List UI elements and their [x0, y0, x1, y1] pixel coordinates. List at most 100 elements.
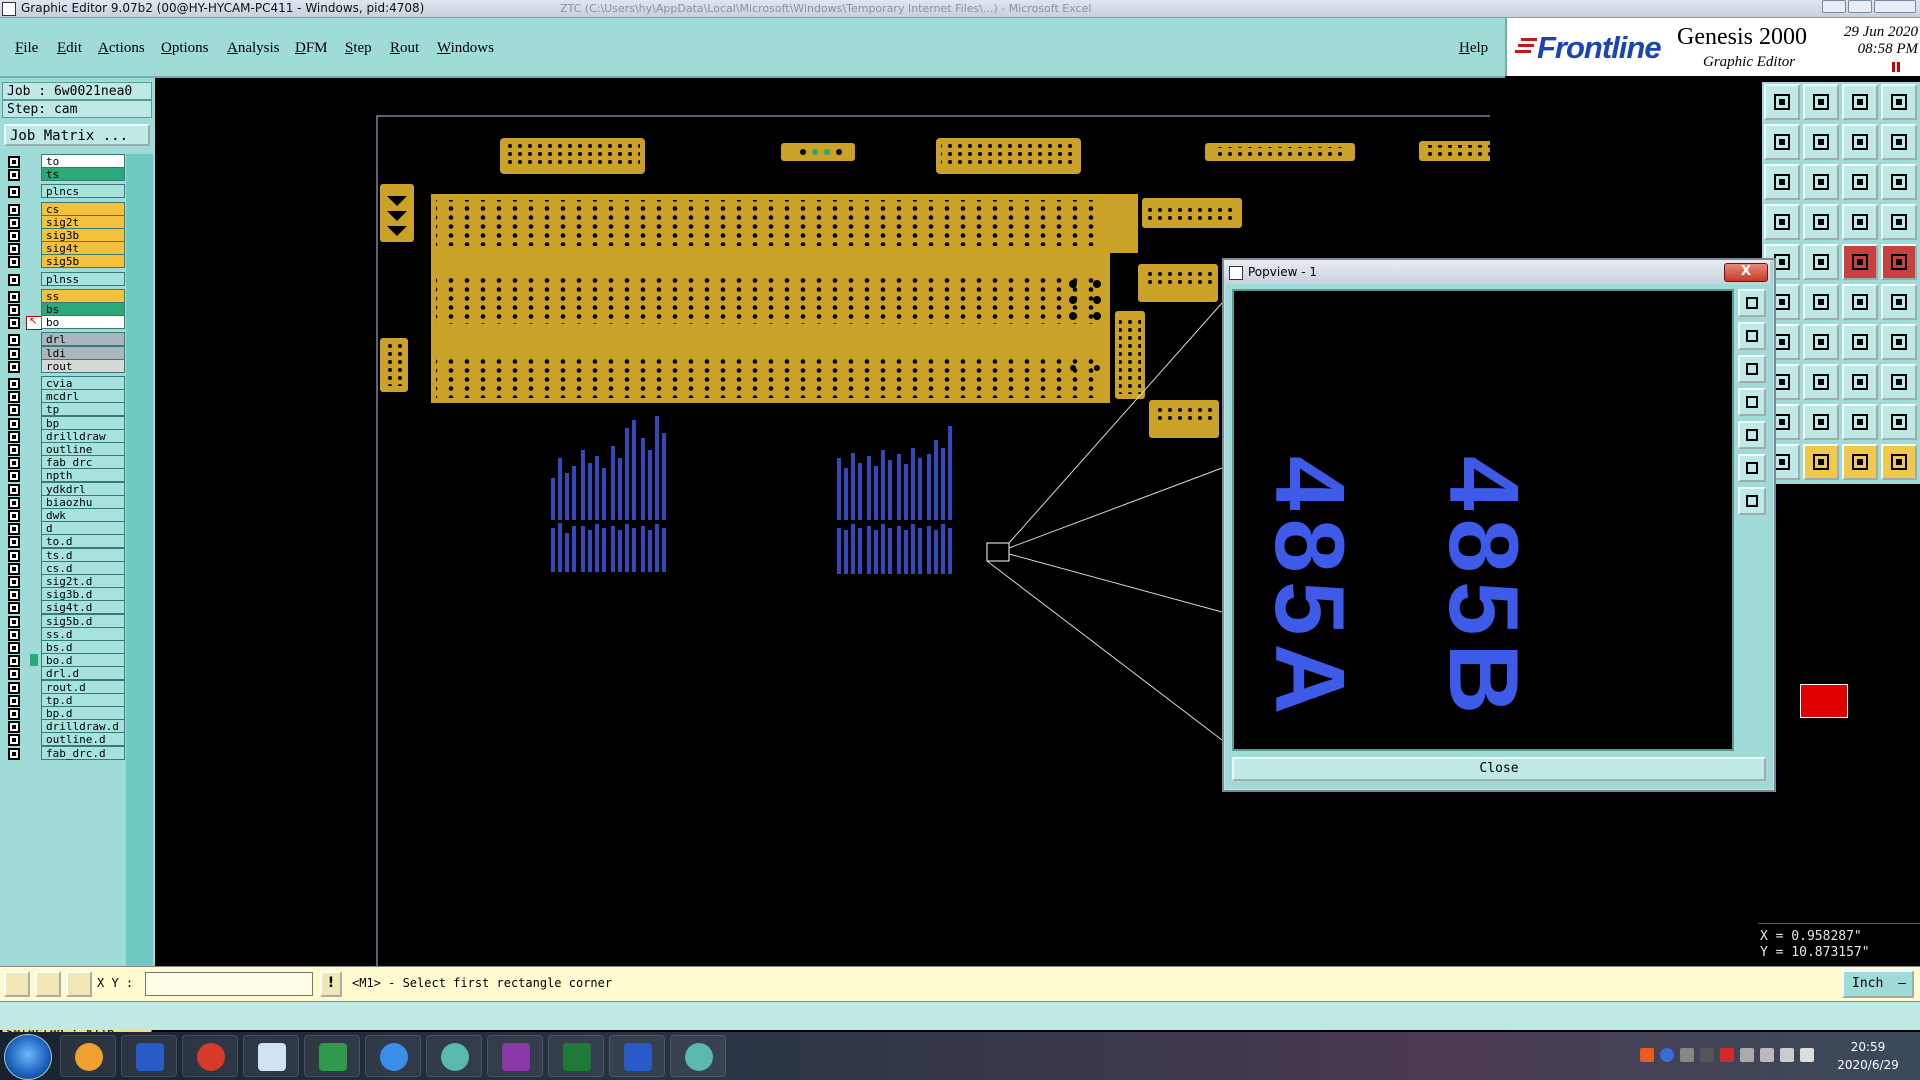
layer-row[interactable]: fab_drc — [4, 455, 125, 470]
tray-icon-chevron[interactable] — [1700, 1048, 1714, 1062]
pointer-pan-tool-button[interactable] — [1881, 444, 1917, 480]
layer-checkbox[interactable] — [8, 510, 20, 522]
layer-row[interactable]: outline — [4, 442, 125, 456]
layer-checkbox[interactable] — [8, 483, 20, 496]
center-tool-button[interactable] — [1803, 164, 1839, 200]
layer-row[interactable]: sig2t.d — [4, 574, 125, 588]
taskbar-app-green[interactable] — [304, 1035, 360, 1077]
layer-row[interactable]: sig4t.d — [4, 600, 125, 615]
color-swatch[interactable] — [1800, 684, 1848, 718]
layer-checkbox[interactable] — [8, 496, 20, 509]
layer-checkbox[interactable] — [8, 304, 20, 316]
layer-checkbox[interactable] — [8, 694, 20, 707]
layer-row[interactable]: ydkdrl — [4, 481, 125, 496]
menu-rout[interactable]: Rout — [390, 40, 419, 57]
pointer-zoom-tool-button[interactable] — [1842, 444, 1878, 480]
help-tool-button[interactable] — [1881, 164, 1917, 200]
layer-checkbox[interactable] — [8, 549, 20, 562]
taskbar-clock[interactable]: 20:59 2020/6/29 — [1820, 1038, 1916, 1074]
layer-checkbox[interactable] — [8, 681, 20, 694]
layer-row[interactable]: ts.d — [4, 547, 125, 562]
menu-analysis[interactable]: Analysis — [227, 40, 280, 57]
tray-icon-ime[interactable] — [1800, 1048, 1814, 1062]
tray-icon-volume[interactable] — [1780, 1048, 1794, 1062]
pan-right-tool-button[interactable] — [1803, 124, 1839, 160]
pv-pan-left-button[interactable] — [1738, 388, 1766, 416]
layer-checkbox[interactable] — [8, 156, 20, 168]
units-dropdown[interactable]: Inch – — [1842, 970, 1914, 998]
menu-edit[interactable]: Edit — [57, 40, 82, 57]
layer-checkbox[interactable] — [8, 470, 20, 483]
layer-row[interactable]: ss — [4, 288, 125, 303]
layer-checkbox[interactable] — [8, 615, 20, 628]
minimize-button[interactable] — [1822, 0, 1846, 13]
layer-row[interactable]: sig2t — [4, 214, 125, 229]
taskbar-app-blue[interactable] — [365, 1035, 421, 1077]
layer-checkbox[interactable] — [8, 721, 20, 734]
split-tool-button[interactable] — [1881, 324, 1917, 360]
tray-icon-flag[interactable] — [1740, 1048, 1754, 1062]
resize-tool-button[interactable] — [1842, 364, 1878, 400]
pause-icon[interactable] — [1892, 62, 1900, 72]
taskbar-app-save[interactable] — [121, 1035, 177, 1077]
move-tool-button[interactable] — [1803, 364, 1839, 400]
tray-icon-s[interactable] — [1640, 1048, 1654, 1062]
layer-checkbox[interactable] — [8, 273, 20, 286]
snap-tool-button[interactable] — [4, 971, 30, 997]
tray-icon-help[interactable] — [1660, 1048, 1674, 1062]
brush-tool-button[interactable] — [1764, 204, 1800, 240]
redraw-tool-button[interactable] — [1842, 124, 1878, 160]
layer-row[interactable]: drilldraw — [4, 428, 125, 443]
zoom-in-tool-button[interactable] — [1842, 84, 1878, 120]
layer-row[interactable]: cs — [4, 201, 125, 216]
layer-checkbox[interactable] — [8, 628, 20, 641]
taskbar-app-notepad[interactable] — [243, 1035, 299, 1077]
layer-row[interactable]: sig3b.d — [4, 587, 125, 602]
layer-row[interactable]: plnss — [4, 271, 125, 286]
pv-zoom-window-button[interactable] — [1738, 289, 1766, 317]
layer-row[interactable]: drl.d — [4, 666, 125, 681]
pan-tool-button[interactable] — [1881, 124, 1917, 160]
layer-checkbox[interactable] — [8, 708, 20, 720]
job-matrix-button[interactable]: Job Matrix ... — [4, 124, 150, 146]
exclamation-icon[interactable]: ! — [320, 971, 342, 997]
layer-checkbox[interactable] — [8, 523, 20, 536]
layer-checkbox[interactable] — [8, 562, 20, 575]
layer-row[interactable]: to.d — [4, 534, 125, 549]
menu-windows[interactable]: Windows — [437, 40, 494, 57]
tray-icon-monitor[interactable] — [1760, 1048, 1774, 1062]
curve-tool-button[interactable] — [1842, 324, 1878, 360]
window-close-button[interactable] — [1874, 0, 1916, 13]
transform-tool-button[interactable] — [1881, 364, 1917, 400]
layer-checkbox[interactable] — [8, 391, 20, 404]
connect-tool-button[interactable] — [1842, 284, 1878, 320]
layer-row[interactable]: biaozhu — [4, 494, 125, 509]
layer-row[interactable]: ↖ bo — [4, 315, 125, 331]
layer-checkbox[interactable] — [8, 734, 20, 747]
taskbar-app-red[interactable] — [182, 1035, 238, 1077]
taskbar-app-excel[interactable] — [548, 1035, 604, 1077]
measure-b-tool-button[interactable] — [1803, 324, 1839, 360]
layer-row[interactable]: fab_drc.d — [4, 745, 125, 760]
layer-row[interactable]: drl — [4, 332, 125, 347]
popview-close-x-button[interactable]: X — [1724, 263, 1768, 282]
layer-checkbox[interactable] — [8, 747, 20, 760]
pv-center-button[interactable] — [1738, 487, 1766, 515]
grid-tool-button[interactable] — [66, 971, 92, 997]
menu-options[interactable]: Options — [161, 40, 209, 57]
layer-checkbox[interactable] — [8, 444, 20, 456]
delete-tool-button[interactable] — [1803, 284, 1839, 320]
layer-row[interactable]: plncs — [4, 184, 125, 199]
layer-checkbox[interactable] — [8, 642, 20, 654]
layer-row[interactable]: ss.d — [4, 626, 125, 641]
layer-checkbox[interactable] — [8, 216, 20, 229]
pan-left-tool-button[interactable] — [1764, 124, 1800, 160]
arc-d-tool-button[interactable] — [1881, 404, 1917, 440]
layer-checkbox[interactable] — [8, 457, 20, 470]
layer-row[interactable]: sig5b.d — [4, 613, 125, 628]
layer-row[interactable]: bp.d — [4, 706, 125, 720]
layer-row[interactable]: ldi — [4, 345, 125, 360]
layer-checkbox[interactable] — [8, 404, 20, 417]
maximize-button[interactable] — [1848, 0, 1872, 13]
layer-row[interactable]: to — [4, 154, 125, 168]
